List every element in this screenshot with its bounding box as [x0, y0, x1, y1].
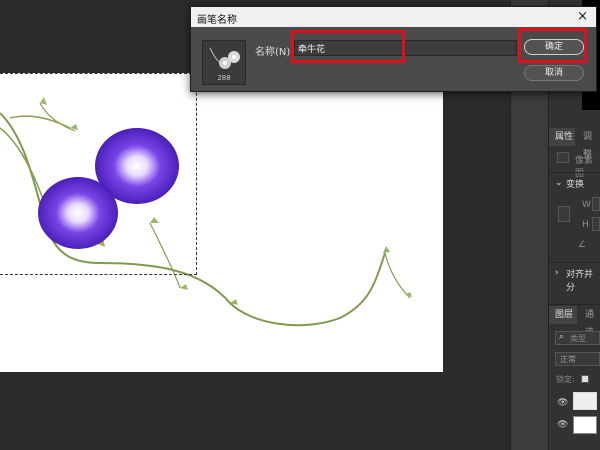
name-label: 名称(N): — [255, 47, 294, 58]
search-icon: ⌕ — [559, 332, 565, 342]
eye-icon[interactable]: 👁 — [557, 398, 568, 408]
chevron-right-icon[interactable]: › — [555, 268, 559, 278]
transform-title: 变换 — [566, 180, 585, 190]
layers-divider — [549, 304, 600, 305]
layer-thumbnail-background[interactable] — [573, 416, 597, 434]
width-field[interactable] — [592, 197, 600, 211]
tab-layers[interactable]: 图层 — [549, 306, 577, 324]
tab-adjust[interactable]: 调整 — [577, 128, 600, 160]
layer-search-field[interactable]: ⌕ 类型 — [555, 331, 600, 345]
pixel-layer-label: 像素图 — [575, 156, 594, 179]
cancel-button[interactable]: 取消 — [524, 65, 584, 81]
dialog-title: 画笔名称 — [197, 15, 237, 26]
pixel-layer-icon — [557, 152, 569, 163]
align-title: 对齐并分 — [566, 270, 594, 293]
dialog-titlebar: 画笔名称 × — [191, 7, 596, 27]
tab-channels[interactable]: 通道 — [579, 306, 600, 338]
blend-mode-value: 正常 — [560, 355, 576, 364]
brush-preview: 288 — [202, 40, 246, 85]
width-label: W — [582, 200, 591, 210]
blend-mode-select[interactable]: 正常 — [555, 352, 600, 366]
layer-thumbnail-selected[interactable] — [573, 392, 597, 410]
close-icon[interactable]: × — [577, 9, 588, 24]
brush-size-label: 288 — [217, 74, 231, 82]
height-label: H — [582, 220, 589, 230]
name-input-highlight — [291, 30, 405, 63]
height-field[interactable] — [592, 217, 600, 231]
angle-icon: ∠ — [578, 240, 587, 250]
lock-label: 锁定: — [556, 375, 575, 384]
link-icon[interactable] — [558, 206, 570, 222]
eye-icon-background[interactable]: 👁 — [557, 420, 568, 430]
lock-transparent-icon[interactable] — [581, 375, 589, 383]
ok-button-highlight — [518, 28, 587, 63]
chevron-down-icon[interactable]: ⌄ — [555, 178, 563, 188]
align-divider — [549, 262, 600, 263]
tab-properties[interactable]: 属性 — [549, 128, 575, 146]
transform-divider — [549, 172, 600, 173]
layer-search-placeholder: 类型 — [570, 334, 586, 343]
document-canvas[interactable] — [0, 73, 443, 372]
brush-tip-icon — [209, 47, 240, 69]
selection-marquee — [0, 73, 197, 275]
